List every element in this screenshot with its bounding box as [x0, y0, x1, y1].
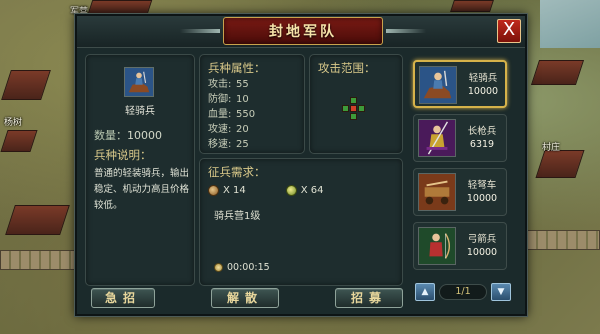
recruit-time-row: 00:00:15: [214, 262, 270, 273]
attr-value: 20: [236, 124, 249, 135]
slot-count: 10000: [467, 86, 499, 97]
attack-range-box: 攻击范围：: [309, 54, 403, 154]
attributes-list: 攻击: 55 防御: 10 血量: 550 攻速: 20 移速: 25: [208, 77, 255, 152]
map-building: [0, 130, 38, 152]
recruit-button[interactable]: 招募: [335, 288, 403, 308]
unit-list: 轻骑兵 10000 长枪兵 6319 轻弩车 10000 弓箭兵 10000: [411, 60, 511, 292]
attr-label: 防御:: [208, 94, 232, 105]
food-amount: X 64: [300, 185, 324, 196]
attr-row-attack: 攻击: 55: [208, 77, 255, 92]
page-indicator: 1/1: [439, 284, 487, 300]
map-label: 村庄: [542, 143, 561, 153]
disband-button[interactable]: 解散: [211, 288, 279, 308]
range-heading: 攻击范围：: [318, 61, 376, 75]
slot-count: 10000: [466, 247, 498, 258]
crossbow-cart-icon: [418, 173, 456, 211]
spearman-icon: [418, 119, 456, 157]
attr-row-attack-speed: 攻速: 20: [208, 122, 255, 137]
range-cell-center: [350, 105, 357, 112]
attr-label: 血量:: [208, 109, 232, 120]
map-wall: [0, 250, 75, 270]
slot-name: 轻弩车: [467, 180, 497, 191]
attr-value: 10: [236, 94, 249, 105]
unit-info-box: 轻骑兵 数量：10000 兵种说明： 普通的轻装骑兵，输出稳定、机动力高且价格较…: [85, 54, 195, 286]
attr-label: 移速:: [208, 139, 232, 150]
recruit-requirements-box: 征兵需求： X 14 X 64 骑兵营1级 00:00:15: [199, 158, 403, 286]
attr-label: 攻击:: [208, 79, 232, 90]
attr-row-hp: 血量: 550: [208, 107, 255, 122]
map-label: 杨树: [4, 118, 23, 128]
slot-name: 弓箭兵: [467, 234, 497, 245]
attributes-heading: 兵种属性：: [208, 61, 266, 75]
map-wall: [527, 230, 600, 250]
map-building: [450, 0, 494, 12]
attributes-box: 兵种属性： 攻击: 55 防御: 10 血量: 550 攻速: 20 移速: 25: [199, 54, 305, 154]
page-up-button[interactable]: ▲: [415, 283, 435, 301]
count-value: 10000: [127, 129, 162, 142]
attr-value: 550: [236, 109, 256, 120]
recruit-heading: 征兵需求：: [208, 165, 266, 179]
range-cell: [350, 97, 357, 104]
attr-row-move-speed: 移速: 25: [208, 137, 255, 152]
slot-count: 10000: [466, 193, 498, 204]
unit-name: 轻骑兵: [125, 106, 155, 117]
attr-value: 25: [236, 139, 249, 150]
range-cell: [358, 105, 365, 112]
panel-title: 封地军队: [269, 24, 337, 40]
wood-amount: X 14: [223, 185, 246, 196]
attr-value: 55: [236, 79, 249, 90]
map-building: [535, 150, 585, 178]
panel-header: 封地军队 X: [77, 16, 525, 48]
attr-label: 攻速:: [208, 124, 232, 135]
light-cavalry-icon: [125, 68, 153, 96]
map-building: [87, 0, 153, 14]
unit-slot-spearman[interactable]: 长枪兵 6319: [413, 114, 507, 162]
food-resource-icon: [285, 185, 297, 196]
light-cavalry-icon: [419, 66, 457, 104]
unit-slot-light-crossbow-cart[interactable]: 轻弩车 10000: [413, 168, 507, 216]
wood-resource-icon: [208, 185, 219, 196]
slot-count: 6319: [469, 139, 495, 150]
attack-range-grid-icon: [342, 97, 366, 121]
page-down-button[interactable]: ▼: [491, 283, 511, 301]
unit-list-pager: ▲ 1/1 ▼: [415, 283, 511, 301]
clock-icon: [214, 263, 223, 272]
unit-slot-light-cavalry[interactable]: 轻骑兵 10000: [413, 60, 507, 108]
map-water: [540, 0, 600, 48]
title-plate: 封地军队: [180, 17, 383, 45]
unit-portrait: [124, 67, 154, 97]
resource-row: X 14 X 64: [208, 185, 324, 196]
range-cell: [342, 105, 349, 112]
unit-count: 数量：10000: [94, 127, 162, 143]
description-text: 普通的轻装骑兵，输出稳定、机动力高且价格较低。: [94, 168, 190, 211]
map-building: [530, 60, 585, 85]
count-label: 数量：: [94, 129, 127, 142]
attr-row-defense: 防御: 10: [208, 92, 255, 107]
urgent-recruit-button[interactable]: 急招: [91, 288, 155, 308]
unit-slot-archer[interactable]: 弓箭兵 10000: [413, 222, 507, 270]
building-requirement: 骑兵营1级: [214, 211, 261, 222]
map-building: [1, 70, 51, 100]
archer-icon: [418, 227, 456, 265]
army-panel: 封地军队 X 轻骑兵 数量：10000 兵种说明： 普通的轻装骑兵，输出稳定、机…: [75, 14, 527, 316]
recruit-time: 00:00:15: [227, 262, 270, 273]
slot-name: 长枪兵: [467, 126, 497, 137]
slot-name: 轻骑兵: [468, 73, 498, 84]
description-heading: 兵种说明：: [94, 148, 152, 162]
close-button[interactable]: X: [497, 19, 521, 43]
range-cell: [350, 113, 357, 120]
map-building: [5, 205, 70, 235]
